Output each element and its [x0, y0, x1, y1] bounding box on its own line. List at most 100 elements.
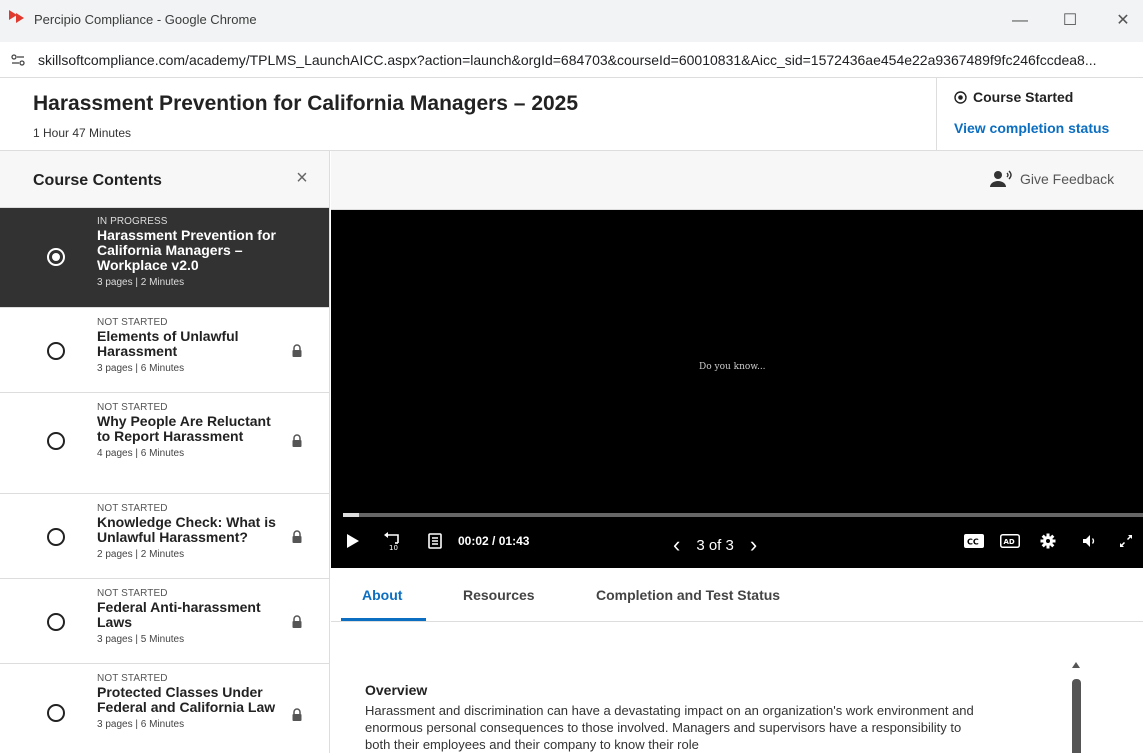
about-panel: Overview Harassment and discrimination c…	[331, 622, 1143, 753]
video-player[interactable]: Do you know... 10 00:02 / 01:43 ‹ 3 of 3…	[331, 210, 1143, 568]
settings-button[interactable]	[1037, 529, 1059, 553]
lock-icon	[292, 434, 302, 447]
lock-icon	[292, 708, 302, 721]
item-status: NOT STARTED	[97, 402, 168, 413]
item-meta: 3 pages | 2 Minutes	[97, 277, 185, 288]
course-item-3[interactable]: NOT STARTED Why People Are Reluctant to …	[0, 393, 329, 494]
tab-resources[interactable]: Resources	[463, 587, 535, 603]
course-item-1[interactable]: IN PROGRESS Harassment Prevention for Ca…	[0, 208, 329, 308]
minimize-button[interactable]: —	[1000, 6, 1040, 36]
rewind-10-icon: 10	[384, 532, 399, 551]
not-started-radio-icon	[47, 342, 65, 360]
player-controls: 10 00:02 / 01:43 ‹ 3 of 3 › CC AD	[331, 525, 1143, 560]
course-contents-sidebar: Course Contents × IN PROGRESS Harassment…	[0, 151, 330, 753]
browser-titlebar: Percipio Compliance - Google Chrome — ☐ …	[0, 0, 1143, 42]
item-status: NOT STARTED	[97, 503, 168, 514]
seek-bar[interactable]	[343, 513, 1143, 517]
view-completion-status-link[interactable]: View completion status	[954, 120, 1109, 136]
sidebar-header: Course Contents ×	[0, 151, 329, 208]
not-started-radio-icon	[47, 613, 65, 631]
lock-icon	[292, 344, 302, 357]
course-item-4[interactable]: NOT STARTED Knowledge Check: What is Unl…	[0, 494, 329, 579]
give-feedback-label: Give Feedback	[1020, 171, 1115, 187]
volume-icon	[1083, 535, 1095, 547]
fullscreen-button[interactable]	[1115, 529, 1137, 553]
overview-heading: Overview	[365, 682, 428, 698]
page-counter: 3 of 3	[696, 536, 734, 554]
item-name: Knowledge Check: What is Unlawful Harass…	[97, 514, 276, 545]
not-started-radio-icon	[47, 528, 65, 546]
item-status: NOT STARTED	[97, 673, 168, 684]
play-button[interactable]	[343, 529, 363, 553]
course-item-6[interactable]: NOT STARTED Protected Classes Under Fede…	[0, 664, 329, 753]
item-status: NOT STARTED	[97, 588, 168, 599]
feedback-speaker-icon	[990, 170, 1012, 187]
lock-icon	[292, 615, 302, 628]
closed-captions-icon: CC	[964, 534, 984, 548]
scrollbar-thumb[interactable]	[1072, 679, 1081, 753]
time-separator: /	[492, 534, 496, 548]
url-text[interactable]: skillsoftcompliance.com/academy/TPLMS_La…	[38, 52, 1138, 68]
course-status: Course Started	[954, 89, 1073, 105]
previous-page-button[interactable]: ‹	[673, 532, 680, 558]
lock-icon	[292, 530, 302, 543]
item-meta: 2 pages | 2 Minutes	[97, 549, 185, 560]
course-duration: 1 Hour 47 Minutes	[33, 126, 132, 140]
gear-icon	[1040, 533, 1056, 549]
play-icon	[347, 534, 359, 548]
close-sidebar-button[interactable]: ×	[292, 168, 312, 188]
transcript-icon	[428, 533, 442, 549]
item-status: NOT STARTED	[97, 317, 168, 328]
item-name: Elements of Unlawful Harassment	[97, 328, 239, 359]
active-tab-indicator	[341, 618, 426, 621]
playback-time: 00:02 / 01:43	[458, 534, 529, 548]
overview-body: Harassment and discrimination can have a…	[365, 703, 974, 752]
next-page-button[interactable]: ›	[750, 532, 757, 558]
percipio-logo-icon	[9, 10, 24, 23]
in-progress-icon	[954, 90, 967, 104]
fullscreen-icon	[1120, 535, 1132, 547]
current-time: 00:02	[458, 534, 489, 548]
transcript-button[interactable]	[424, 529, 446, 553]
page-navigator: ‹ 3 of 3 ›	[673, 532, 757, 558]
give-feedback-button[interactable]: Give Feedback	[990, 170, 1114, 188]
in-progress-radio-icon	[47, 248, 65, 266]
close-window-button[interactable]: ✕	[1103, 6, 1143, 36]
item-name: Why People Are Reluctant to Report Haras…	[97, 413, 271, 444]
address-bar: skillsoftcompliance.com/academy/TPLMS_La…	[0, 42, 1143, 78]
not-started-radio-icon	[47, 432, 65, 450]
maximize-button[interactable]: ☐	[1050, 6, 1090, 36]
cc-text: CC	[967, 538, 979, 547]
course-title: Harassment Prevention for California Man…	[33, 92, 579, 115]
item-name: Harassment Prevention for California Man…	[97, 227, 276, 273]
course-status-panel: Course Started View completion status	[936, 78, 1143, 151]
seek-bar-fill	[343, 513, 359, 517]
ad-text: AD	[1004, 538, 1015, 546]
feedback-bar: Give Feedback	[331, 151, 1143, 210]
sidebar-title: Course Contents	[33, 172, 162, 189]
item-meta: 3 pages | 6 Minutes	[97, 363, 185, 374]
course-header: Harassment Prevention for California Man…	[0, 78, 1143, 151]
total-time: 01:43	[498, 534, 530, 548]
window-title: Percipio Compliance - Google Chrome	[34, 12, 257, 27]
item-name: Federal Anti-harassment Laws	[97, 599, 261, 630]
tab-about[interactable]: About	[362, 587, 402, 603]
item-name: Protected Classes Under Federal and Cali…	[97, 684, 276, 715]
scroll-up-arrow-icon[interactable]	[1072, 662, 1080, 668]
site-settings-icon[interactable]	[10, 52, 26, 68]
course-status-label: Course Started	[973, 89, 1074, 105]
audio-description-button[interactable]: AD	[999, 529, 1021, 553]
volume-button[interactable]	[1079, 529, 1101, 553]
rewind-10-button[interactable]: 10	[381, 529, 405, 553]
course-item-2[interactable]: NOT STARTED Elements of Unlawful Harassm…	[0, 308, 329, 393]
item-status: IN PROGRESS	[97, 216, 168, 227]
audio-description-icon: AD	[1000, 534, 1020, 548]
item-meta: 3 pages | 5 Minutes	[97, 634, 185, 645]
content-tabs: About Resources Completion and Test Stat…	[331, 568, 1143, 622]
item-meta: 4 pages | 6 Minutes	[97, 448, 185, 459]
video-caption: Do you know...	[699, 362, 766, 372]
course-item-5[interactable]: NOT STARTED Federal Anti-harassment Laws…	[0, 579, 329, 664]
closed-captions-button[interactable]: CC	[963, 529, 985, 553]
tab-completion-and-test-status[interactable]: Completion and Test Status	[596, 587, 780, 603]
item-meta: 3 pages | 6 Minutes	[97, 719, 185, 730]
